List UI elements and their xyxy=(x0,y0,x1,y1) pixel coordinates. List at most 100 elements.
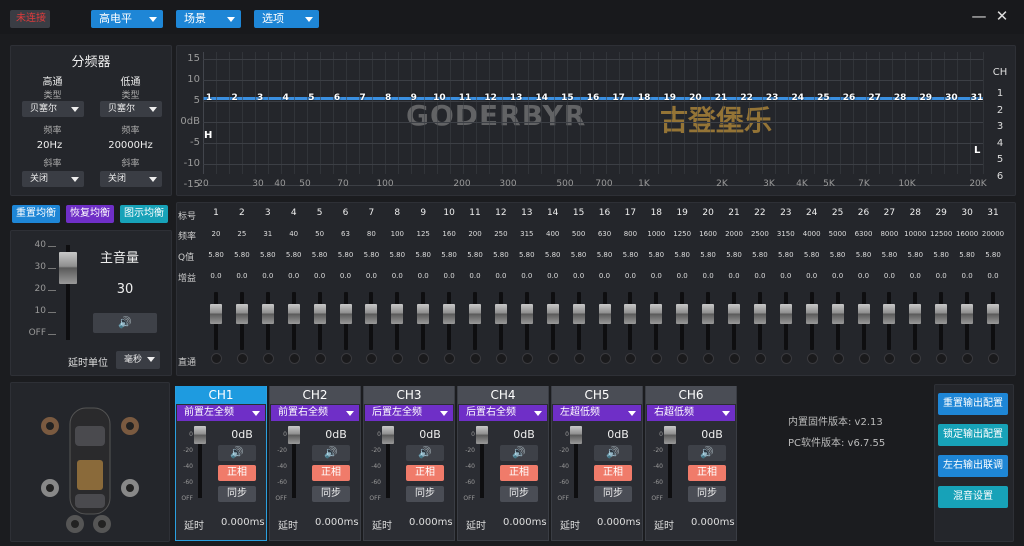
band-q-value[interactable]: 5.80 xyxy=(592,251,618,259)
band-gain-value[interactable]: 0.0 xyxy=(954,272,980,280)
band-q-value[interactable]: 5.80 xyxy=(643,251,669,259)
hp-freq-value[interactable]: 20Hz xyxy=(22,140,77,151)
band-bypass-toggle[interactable] xyxy=(573,353,585,364)
band-gain-value[interactable]: 0.0 xyxy=(902,272,928,280)
band-q-value[interactable]: 5.80 xyxy=(566,251,592,259)
band-q-value[interactable]: 5.80 xyxy=(203,251,229,259)
band-frequency[interactable]: 6300 xyxy=(851,230,877,238)
band-q-value[interactable]: 5.80 xyxy=(307,251,333,259)
band-frequency[interactable]: 1600 xyxy=(695,230,721,238)
channel-volume-knob[interactable] xyxy=(288,426,300,444)
graphic-eq-button[interactable]: 图示均衡 xyxy=(120,205,168,223)
channel-phase-button[interactable]: 正相 xyxy=(688,465,726,481)
band-gain-value[interactable]: 0.0 xyxy=(384,272,410,280)
band-gain-knob[interactable] xyxy=(391,304,404,324)
band-gain-value[interactable]: 0.0 xyxy=(980,272,1006,280)
band-bypass-toggle[interactable] xyxy=(754,353,766,364)
band-gain-value[interactable]: 0.0 xyxy=(229,272,255,280)
hp-slope-select[interactable]: 关闭 xyxy=(22,171,84,187)
channel-sync-button[interactable]: 同步 xyxy=(594,486,632,502)
channel-sync-button[interactable]: 同步 xyxy=(312,486,350,502)
band-gain-value[interactable]: 0.0 xyxy=(876,272,902,280)
band-frequency[interactable]: 25 xyxy=(229,230,255,238)
lock-output-config-button[interactable]: 锁定输出配置 xyxy=(938,424,1008,446)
band-frequency[interactable]: 2500 xyxy=(747,230,773,238)
scene-menu[interactable]: 场景 xyxy=(176,10,241,28)
band-gain-knob[interactable] xyxy=(702,304,715,324)
band-frequency[interactable]: 400 xyxy=(540,230,566,238)
band-gain-knob[interactable] xyxy=(339,304,352,324)
band-gain-knob[interactable] xyxy=(857,304,870,324)
options-menu[interactable]: 选项 xyxy=(254,10,319,28)
band-q-value[interactable]: 5.80 xyxy=(617,251,643,259)
channel-phase-button[interactable]: 正相 xyxy=(218,465,256,481)
channel-output-select[interactable]: 左超低频 xyxy=(553,405,641,421)
channel-sync-button[interactable]: 同步 xyxy=(218,486,256,502)
band-gain-knob[interactable] xyxy=(624,304,637,324)
band-gain-knob[interactable] xyxy=(520,304,533,324)
band-gain-value[interactable]: 0.0 xyxy=(851,272,877,280)
channel-sync-button[interactable]: 同步 xyxy=(688,486,726,502)
band-gain-knob[interactable] xyxy=(676,304,689,324)
band-q-value[interactable]: 5.80 xyxy=(851,251,877,259)
band-gain-value[interactable]: 0.0 xyxy=(592,272,618,280)
band-gain-value[interactable]: 0.0 xyxy=(695,272,721,280)
band-q-value[interactable]: 5.80 xyxy=(876,251,902,259)
band-gain-value[interactable]: 0.0 xyxy=(669,272,695,280)
band-gain-knob[interactable] xyxy=(935,304,948,324)
channel-delay-value[interactable]: 0.000ms xyxy=(691,517,735,528)
band-frequency[interactable]: 8000 xyxy=(876,230,902,238)
band-gain-knob[interactable] xyxy=(546,304,559,324)
band-bypass-toggle[interactable] xyxy=(729,353,740,364)
band-frequency[interactable]: 20000 xyxy=(980,230,1006,238)
channel-phase-button[interactable]: 正相 xyxy=(594,465,632,481)
band-frequency[interactable]: 1000 xyxy=(643,230,669,238)
channel-output-select[interactable]: 前置左全频 xyxy=(177,405,265,421)
band-gain-knob[interactable] xyxy=(779,304,792,324)
band-frequency[interactable]: 80 xyxy=(358,230,384,238)
band-frequency[interactable]: 5000 xyxy=(825,230,851,238)
channel-volume-knob[interactable] xyxy=(194,426,206,444)
channel-delay-value[interactable]: 0.000ms xyxy=(597,517,641,528)
band-bypass-toggle[interactable] xyxy=(858,353,870,364)
band-frequency[interactable]: 12500 xyxy=(928,230,954,238)
band-bypass-toggle[interactable] xyxy=(806,353,818,364)
band-frequency[interactable]: 500 xyxy=(566,230,592,238)
band-frequency[interactable]: 2000 xyxy=(721,230,747,238)
channel-output-select[interactable]: 前置右全频 xyxy=(271,405,359,421)
master-speaker-icon[interactable]: 🔊 xyxy=(93,313,157,333)
band-q-value[interactable]: 5.80 xyxy=(333,251,359,259)
band-gain-knob[interactable] xyxy=(961,304,974,324)
mix-settings-button[interactable]: 混音设置 xyxy=(938,486,1008,508)
band-q-value[interactable]: 5.80 xyxy=(799,251,825,259)
band-frequency[interactable]: 800 xyxy=(617,230,643,238)
band-frequency[interactable]: 20 xyxy=(203,230,229,238)
band-bypass-toggle[interactable] xyxy=(262,353,274,364)
band-q-value[interactable]: 5.80 xyxy=(358,251,384,259)
band-q-value[interactable]: 5.80 xyxy=(773,251,799,259)
channel-mute-speaker-icon[interactable]: 🔊 xyxy=(218,445,256,461)
band-frequency[interactable]: 250 xyxy=(488,230,514,238)
band-gain-knob[interactable] xyxy=(469,304,481,324)
channel-volume-knob[interactable] xyxy=(382,426,394,444)
band-bypass-toggle[interactable] xyxy=(288,353,300,364)
band-gain-value[interactable]: 0.0 xyxy=(514,272,540,280)
band-gain-knob[interactable] xyxy=(494,304,507,324)
band-gain-value[interactable]: 0.0 xyxy=(825,272,851,280)
band-frequency[interactable]: 1250 xyxy=(669,230,695,238)
band-gain-value[interactable]: 0.0 xyxy=(928,272,954,280)
channel-tab-6[interactable]: CH6 xyxy=(646,386,736,404)
channel-tab-1[interactable]: CH1 xyxy=(176,386,266,404)
band-q-value[interactable]: 5.80 xyxy=(954,251,980,259)
channel-volume-knob[interactable] xyxy=(664,426,676,444)
lr-link-button[interactable]: 左右输出联调 xyxy=(938,455,1008,477)
band-gain-knob[interactable] xyxy=(210,304,222,324)
band-q-value[interactable]: 5.80 xyxy=(721,251,747,259)
band-gain-knob[interactable] xyxy=(909,304,922,324)
band-frequency[interactable]: 16000 xyxy=(954,230,980,238)
band-gain-value[interactable]: 0.0 xyxy=(281,272,307,280)
band-gain-value[interactable]: 0.0 xyxy=(799,272,825,280)
channel-volume-knob[interactable] xyxy=(476,426,488,444)
band-q-value[interactable]: 5.80 xyxy=(384,251,410,259)
band-bypass-toggle[interactable] xyxy=(832,353,844,364)
